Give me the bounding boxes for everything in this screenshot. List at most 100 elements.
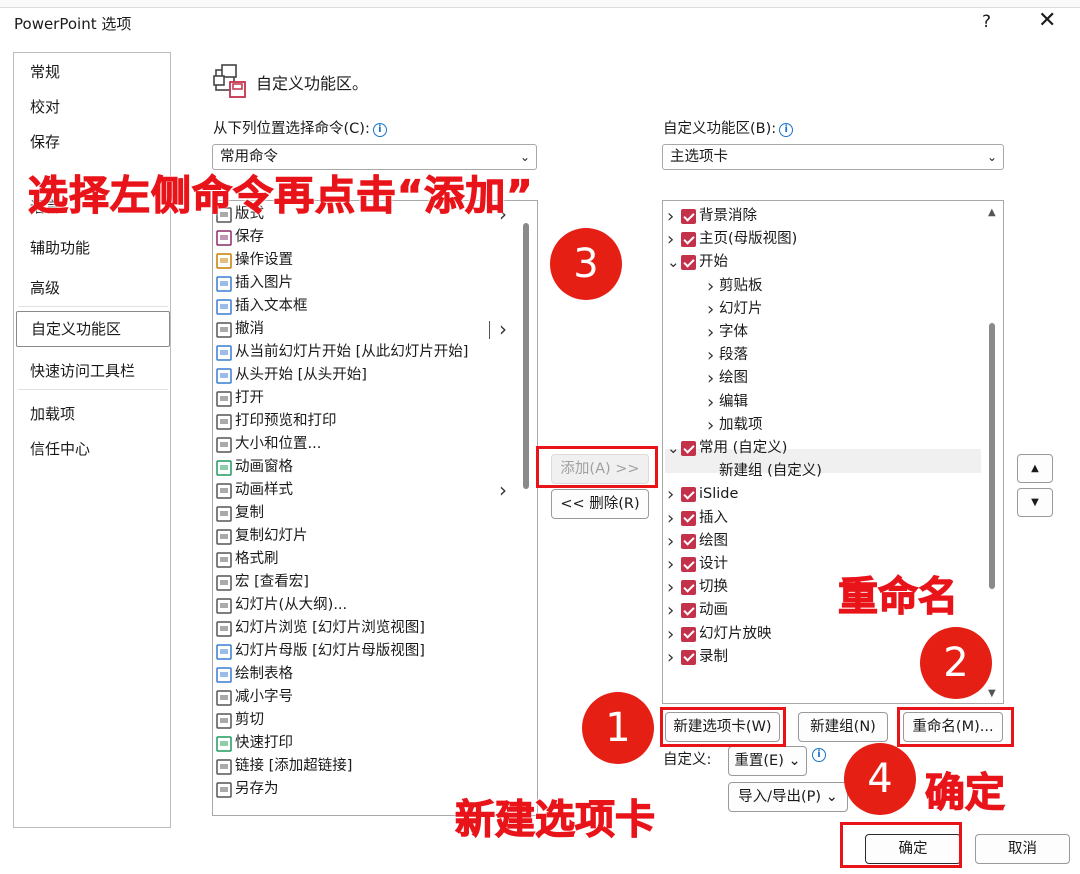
customize-ribbon-dropdown[interactable]: 主选项卡 ⌄ bbox=[662, 144, 1004, 170]
command-item[interactable]: 幻灯片母版 [幻灯片母版视图] bbox=[213, 640, 513, 663]
command-item[interactable]: 链接 [添加超链接] bbox=[213, 755, 513, 778]
command-item[interactable]: 插入文本框 bbox=[213, 295, 513, 318]
command-item[interactable]: 动画窗格 bbox=[213, 456, 513, 479]
nav-item-trust-center[interactable]: 信任中心 bbox=[30, 438, 90, 459]
command-label: 插入图片 bbox=[235, 275, 293, 291]
customize-label: 自定义: bbox=[663, 752, 712, 768]
command-item[interactable]: 幻灯片浏览 [幻灯片浏览视图] bbox=[213, 617, 513, 640]
command-item[interactable]: 幻灯片(从大纲)... bbox=[213, 594, 513, 617]
tab-checkbox[interactable] bbox=[681, 649, 696, 665]
nav-item-quick-access[interactable]: 快速访问工具栏 bbox=[30, 360, 135, 381]
ribbon-tree-label: 录制 bbox=[699, 648, 728, 665]
link-icon bbox=[216, 759, 232, 775]
tab-checkbox[interactable] bbox=[681, 255, 696, 271]
tab-checkbox[interactable] bbox=[681, 441, 696, 456]
command-label: 插入文本框 bbox=[235, 298, 308, 314]
command-label: 复制幻灯片 bbox=[235, 528, 308, 544]
slide-sorter-icon bbox=[216, 621, 232, 637]
nav-item-advanced[interactable]: 高级 bbox=[30, 277, 60, 298]
remove-button[interactable]: << 删除(R) bbox=[551, 489, 649, 519]
picture-icon bbox=[216, 276, 232, 292]
command-label: 打印预览和打印 bbox=[235, 413, 337, 429]
tab-checkbox[interactable] bbox=[681, 232, 696, 248]
command-item[interactable]: 撤消 › bbox=[213, 318, 513, 341]
nav-item-addins[interactable]: 加载项 bbox=[30, 403, 75, 424]
command-item[interactable]: 剪切 bbox=[213, 709, 513, 732]
slide-master-icon bbox=[216, 644, 232, 660]
close-button[interactable]: ✕ bbox=[1038, 8, 1056, 33]
command-label: 从头开始 [从头开始] bbox=[235, 367, 367, 383]
tab-checkbox[interactable] bbox=[681, 510, 696, 526]
new-group-button[interactable]: 新建组(N) bbox=[798, 712, 888, 742]
command-item[interactable]: 大小和位置... bbox=[213, 433, 513, 456]
size-icon bbox=[216, 437, 232, 453]
command-item[interactable]: 快速打印 bbox=[213, 732, 513, 755]
command-label: 大小和位置... bbox=[235, 436, 322, 452]
ribbon-scrollbar-thumb[interactable] bbox=[989, 323, 995, 589]
nav-separator bbox=[18, 389, 168, 390]
tab-checkbox[interactable] bbox=[681, 209, 696, 224]
command-item[interactable]: 格式刷 bbox=[213, 548, 513, 571]
nav-item-accessibility[interactable]: 辅助功能 bbox=[30, 237, 90, 258]
nav-item-save[interactable]: 保存 bbox=[30, 131, 60, 152]
command-item[interactable]: 减小字号 bbox=[213, 686, 513, 709]
commands-scrollbar-thumb[interactable] bbox=[523, 223, 529, 489]
command-label: 宏 [查看宏] bbox=[235, 574, 309, 590]
command-label: 动画窗格 bbox=[235, 459, 293, 475]
decrease-font-icon bbox=[216, 690, 232, 706]
chevron-right-icon[interactable]: › bbox=[667, 644, 674, 671]
command-item[interactable]: 操作设置 bbox=[213, 249, 513, 272]
move-down-button[interactable]: ▼ bbox=[1017, 488, 1053, 517]
nav-item-proofing[interactable]: 校对 bbox=[30, 96, 60, 117]
command-item[interactable]: 从当前幻灯片开始 [从此幻灯片开始] bbox=[213, 341, 513, 364]
command-label: 操作设置 bbox=[235, 252, 293, 268]
tab-checkbox[interactable] bbox=[681, 557, 696, 572]
format-painter-icon bbox=[216, 552, 232, 568]
command-item[interactable]: 保存 bbox=[213, 226, 513, 249]
command-label: 剪切 bbox=[235, 712, 264, 728]
help-button[interactable]: ? bbox=[982, 12, 991, 32]
tab-checkbox[interactable] bbox=[681, 626, 696, 642]
annotation-rename: 重命名 bbox=[837, 573, 958, 620]
choose-commands-label: 从下列位置选择命令(C): i bbox=[213, 117, 387, 138]
annotation-instruction: 选择左侧命令再点击“添加” bbox=[27, 172, 534, 219]
command-item[interactable]: 动画样式 › bbox=[213, 479, 513, 502]
annotation-ok: 确定 bbox=[924, 769, 1005, 816]
command-item[interactable]: 从头开始 [从头开始] bbox=[213, 364, 513, 387]
command-item[interactable]: 绘制表格 bbox=[213, 663, 513, 686]
textbox-icon bbox=[216, 299, 232, 315]
annotation-step-2: 2 bbox=[920, 627, 992, 699]
reset-button[interactable]: 重置(E) ⌄ bbox=[728, 746, 807, 776]
move-up-button[interactable]: ▲ bbox=[1017, 454, 1053, 483]
command-item[interactable]: 宏 [查看宏] bbox=[213, 571, 513, 594]
scroll-down-arrow-icon[interactable]: ▼ bbox=[988, 688, 996, 699]
command-label: 保存 bbox=[235, 229, 264, 245]
command-item[interactable]: 打开 bbox=[213, 387, 513, 410]
scroll-up-arrow-icon[interactable]: ▲ bbox=[988, 207, 996, 218]
command-label: 快速打印 bbox=[235, 735, 293, 751]
nav-item-customize-ribbon[interactable]: 自定义功能区 bbox=[16, 311, 170, 347]
tab-checkbox[interactable] bbox=[681, 603, 696, 619]
save-as-icon bbox=[216, 782, 232, 798]
annotation-box-rename bbox=[897, 707, 1014, 747]
commands-list[interactable]: 版式 › 保存 操作设置 插入图片 插入文本框 撤消 › 从当前幻灯片开始 [从此幻灯片开始] 从… bbox=[212, 200, 538, 816]
quick-print-icon bbox=[216, 736, 232, 752]
cancel-button[interactable]: 取消 bbox=[975, 834, 1070, 864]
undo-icon bbox=[216, 322, 232, 338]
import-export-button[interactable]: 导入/导出(P) ⌄ bbox=[728, 782, 848, 812]
command-item[interactable]: 复制 bbox=[213, 502, 513, 525]
command-label: 绘制表格 bbox=[235, 666, 293, 682]
tab-checkbox[interactable] bbox=[681, 533, 696, 549]
animation-style-icon bbox=[216, 483, 232, 499]
nav-item-general[interactable]: 常规 bbox=[30, 61, 60, 82]
command-item[interactable]: 打印预览和打印 bbox=[213, 410, 513, 433]
action-icon bbox=[216, 253, 232, 269]
tab-checkbox[interactable] bbox=[681, 487, 696, 503]
customize-ribbon-label: 自定义功能区(B): i bbox=[663, 117, 794, 138]
tab-checkbox[interactable] bbox=[681, 580, 696, 596]
annotation-step-3: 3 bbox=[550, 228, 622, 300]
chevron-right-icon: › bbox=[499, 478, 507, 502]
command-item[interactable]: 插入图片 bbox=[213, 272, 513, 295]
command-item[interactable]: 复制幻灯片 bbox=[213, 525, 513, 548]
command-label: 减小字号 bbox=[235, 689, 293, 705]
